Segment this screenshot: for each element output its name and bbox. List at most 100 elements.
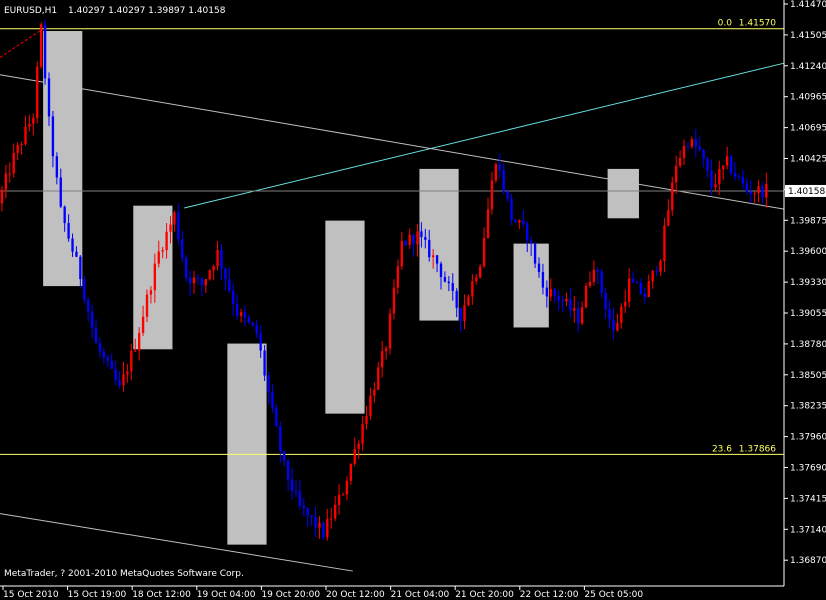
candle-body-16 xyxy=(59,177,62,207)
candle-body-158 xyxy=(616,323,619,331)
trendline-1 xyxy=(184,62,785,209)
price-chart[interactable]: 0.0 1.4157023.6 1.37866 1.414701.415051.41… xyxy=(0,0,826,600)
candle-body-33 xyxy=(126,371,129,375)
candle-body-125 xyxy=(486,209,490,238)
candle-body-68 xyxy=(263,350,266,376)
candle-body-128 xyxy=(498,164,501,170)
candle-body-161 xyxy=(627,278,631,302)
candle-body-141 xyxy=(549,289,552,297)
candle-body-77 xyxy=(298,491,302,506)
trendline-4 xyxy=(0,28,44,58)
chart-symbol: EURUSD,H1 xyxy=(4,6,57,16)
range-rectangle-3 xyxy=(227,343,267,545)
candle-body-174 xyxy=(678,158,682,166)
y-tick-label-18: 1.37140 xyxy=(790,525,826,535)
candle-body-66 xyxy=(255,325,258,334)
y-tick-label-8: 1.39875 xyxy=(790,216,826,226)
candle-body-61 xyxy=(235,304,239,316)
candle-body-19 xyxy=(71,238,74,252)
candle-body-182 xyxy=(710,170,713,188)
candle-body-9 xyxy=(32,117,35,124)
candle-body-26 xyxy=(98,343,102,352)
candle-body-4 xyxy=(12,152,15,174)
candle-body-80 xyxy=(310,515,313,518)
candle-body-22 xyxy=(83,279,86,300)
candle-body-162 xyxy=(631,278,635,283)
candle-body-23 xyxy=(87,299,90,312)
candle-body-154 xyxy=(600,271,603,293)
x-tick-label-9: 22 Oct 12:00 xyxy=(520,590,579,600)
candle-body-144 xyxy=(561,300,564,302)
y-tick-label-17: 1.37415 xyxy=(790,494,826,504)
y-tick-label-19: 1.36870 xyxy=(790,556,826,566)
candle-body-91 xyxy=(353,448,356,465)
copyright-text: MetaTrader, ? 2001-2010 MetaQuotes Softw… xyxy=(4,569,244,579)
candle-body-64 xyxy=(247,317,251,323)
candle-body-6 xyxy=(20,144,23,146)
candle-body-46 xyxy=(177,212,180,240)
candle-body-185 xyxy=(722,165,725,170)
candle-body-180 xyxy=(702,149,705,159)
candle-body-105 xyxy=(408,234,411,245)
candle-body-181 xyxy=(706,158,709,171)
x-tick-label-10: 25 Oct 05:00 xyxy=(584,590,643,600)
range-rectangle-7 xyxy=(607,168,639,219)
trendline-layer xyxy=(0,28,785,572)
candle-body-3 xyxy=(8,173,11,175)
x-tick-label-1: 15 Oct 2010 xyxy=(3,590,59,600)
candle-body-96 xyxy=(373,389,376,396)
candle-body-13 xyxy=(47,78,51,117)
candle-body-195 xyxy=(761,186,764,198)
candle-body-76 xyxy=(294,490,298,492)
candle-body-42 xyxy=(161,250,164,252)
candle-body-134 xyxy=(522,220,525,225)
candle-body-157 xyxy=(612,319,615,331)
candle-body-51 xyxy=(196,277,200,279)
candle-body-168 xyxy=(655,270,658,272)
candle-body-28 xyxy=(106,357,109,361)
axes-layer: 1.41470 1.41505 1.41240 1.40965 1.40695 1.404… xyxy=(0,0,826,600)
candle-body-189 xyxy=(737,176,741,178)
candle-body-139 xyxy=(541,271,545,288)
candle-body-87 xyxy=(337,494,341,505)
candle-body-138 xyxy=(537,263,541,272)
x-tick-label-4: 19 Oct 04:00 xyxy=(197,590,256,600)
candle-body-73 xyxy=(283,450,286,462)
candle-body-7 xyxy=(24,126,27,145)
candle-body-101 xyxy=(392,287,396,314)
candle-body-90 xyxy=(349,464,353,481)
candle-body-44 xyxy=(169,224,172,232)
candle-body-62 xyxy=(239,312,243,316)
candle-body-151 xyxy=(588,281,592,286)
fibonacci-layer: 0.0 1.41570 23.6 1.37866 xyxy=(0,19,784,455)
candle-body-2 xyxy=(4,173,8,190)
y-tick-label-13: 1.38505 xyxy=(790,371,826,381)
y-tick-label-4: 1.40965 xyxy=(790,93,826,103)
candle-body-147 xyxy=(573,308,576,311)
y-tick-label-15: 1.37960 xyxy=(790,433,826,443)
candle-body-56 xyxy=(216,249,219,267)
candle-body-43 xyxy=(165,231,168,251)
chart-window[interactable]: 0.0 1.41570 23.6 1.37866 1.41470 1.41505 1.41… xyxy=(0,0,826,600)
y-tick-label-11: 1.39055 xyxy=(790,309,826,319)
candle-body-92 xyxy=(357,443,360,449)
candle-body-55 xyxy=(212,266,215,271)
candle-body-85 xyxy=(330,518,333,520)
candle-body-110 xyxy=(428,239,431,258)
candle-body-93 xyxy=(361,424,364,444)
candle-body-41 xyxy=(157,251,160,264)
candle-body-150 xyxy=(584,285,588,308)
candle-body-115 xyxy=(447,281,451,284)
candle-body-127 xyxy=(494,164,498,181)
candle-body-143 xyxy=(557,295,560,301)
fib-price-label-1: 1.41570 xyxy=(739,19,776,29)
price-marker-label: 1.40158 xyxy=(788,187,825,197)
candle-body-10 xyxy=(36,66,39,118)
candle-body-123 xyxy=(479,266,482,278)
candle-body-36 xyxy=(137,332,141,351)
candle-body-104 xyxy=(404,240,407,245)
fib-level-label-2: 23.6 xyxy=(712,444,732,454)
candle-body-18 xyxy=(67,223,70,239)
candle-body-72 xyxy=(279,426,282,451)
candle-body-175 xyxy=(682,146,686,159)
